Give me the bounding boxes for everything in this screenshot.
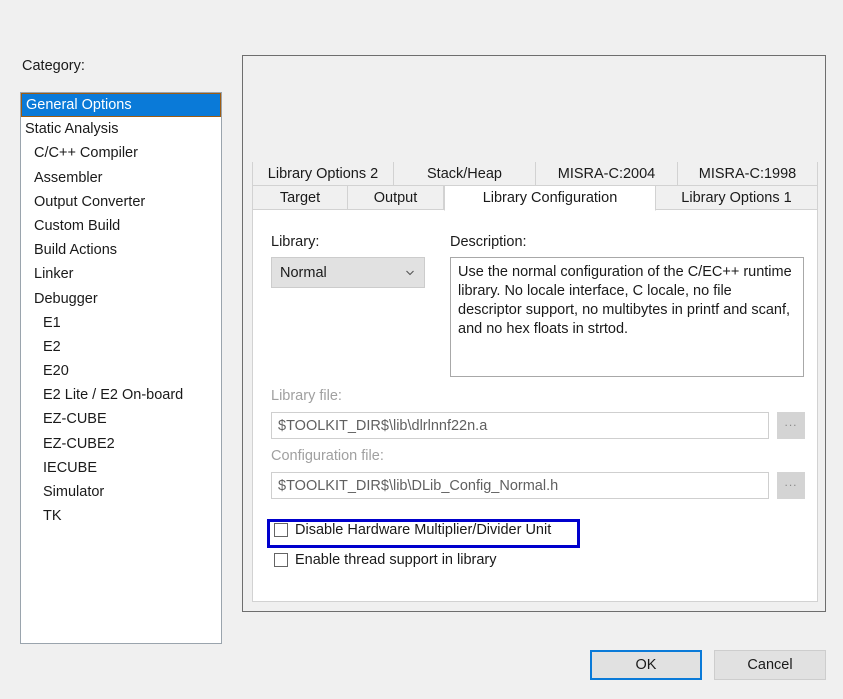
category-item[interactable]: C/C++ Compiler — [21, 141, 221, 165]
ok-button[interactable]: OK — [590, 650, 702, 680]
description-text: Use the normal configuration of the C/EC… — [450, 257, 804, 377]
library-file-input[interactable]: $TOOLKIT_DIR$\lib\dlrlnnf22n.a — [271, 412, 769, 439]
category-item[interactable]: Static Analysis — [21, 117, 221, 141]
checkbox-label: Disable Hardware Multiplier/Divider Unit — [295, 522, 552, 538]
tab-library-configuration[interactable]: Library Configuration — [444, 186, 656, 211]
checkbox-box-icon[interactable] — [274, 553, 288, 567]
tab-output[interactable]: Output — [348, 186, 444, 210]
tab-stack-heap[interactable]: Stack/Heap — [394, 162, 536, 186]
category-item[interactable]: TK — [21, 504, 221, 528]
category-item[interactable]: Linker — [21, 262, 221, 286]
description-label: Description: — [450, 234, 527, 250]
configuration-file-input[interactable]: $TOOLKIT_DIR$\lib\DLib_Config_Normal.h — [271, 472, 769, 499]
tab-library-options-1[interactable]: Library Options 1 — [656, 186, 818, 210]
category-item[interactable]: Output Converter — [21, 190, 221, 214]
checkbox-disable-hardware-multiplier[interactable]: Disable Hardware Multiplier/Divider Unit — [274, 522, 551, 538]
checkbox-enable-thread-support[interactable]: Enable thread support in library — [274, 552, 497, 568]
category-item[interactable]: EZ-CUBE — [21, 407, 221, 431]
library-file-browse-button[interactable]: ... — [777, 412, 805, 439]
chevron-down-icon — [405, 267, 415, 277]
tab-strip: Library Options 2 Stack/Heap MISRA-C:2004 M… — [252, 162, 818, 211]
library-configuration-page: Library: Normal Description: Use the nor… — [252, 210, 818, 602]
category-item[interactable]: E2 — [21, 335, 221, 359]
tab-target[interactable]: Target — [252, 186, 348, 210]
library-label: Library: — [271, 234, 320, 250]
configuration-file-browse-button[interactable]: ... — [777, 472, 805, 499]
category-item[interactable]: Build Actions — [21, 238, 221, 262]
library-file-label: Library file: — [271, 388, 342, 404]
category-item[interactable]: EZ-CUBE2 — [21, 432, 221, 456]
tab-row-bottom: Target Output Library Configuration Library… — [252, 186, 818, 211]
checkbox-label: Enable thread support in library — [295, 552, 497, 568]
category-item[interactable]: E2 Lite / E2 On-board — [21, 383, 221, 407]
category-list[interactable]: General Options Static Analysis C/C++ Comp… — [20, 92, 222, 644]
category-item-selected[interactable]: General Options — [21, 93, 221, 118]
tab-misra-c-2004[interactable]: MISRA-C:2004 — [536, 162, 678, 186]
tab-row-top: Library Options 2 Stack/Heap MISRA-C:2004 M… — [252, 162, 818, 186]
category-item[interactable]: Assembler — [21, 166, 221, 190]
configuration-file-label: Configuration file: — [271, 448, 384, 464]
category-item[interactable]: E1 — [21, 311, 221, 335]
cancel-button[interactable]: Cancel — [714, 650, 826, 680]
category-label: Category: — [22, 58, 85, 74]
category-item[interactable]: IECUBE — [21, 456, 221, 480]
category-item[interactable]: E20 — [21, 359, 221, 383]
category-item[interactable]: Custom Build — [21, 214, 221, 238]
category-item[interactable]: Debugger — [21, 287, 221, 311]
checkbox-box-icon[interactable] — [274, 523, 288, 537]
category-item[interactable]: Simulator — [21, 480, 221, 504]
library-select-value: Normal — [280, 264, 327, 281]
tab-library-options-2[interactable]: Library Options 2 — [252, 162, 394, 186]
library-select[interactable]: Normal — [271, 257, 425, 288]
tab-misra-c-1998[interactable]: MISRA-C:1998 — [678, 162, 818, 186]
